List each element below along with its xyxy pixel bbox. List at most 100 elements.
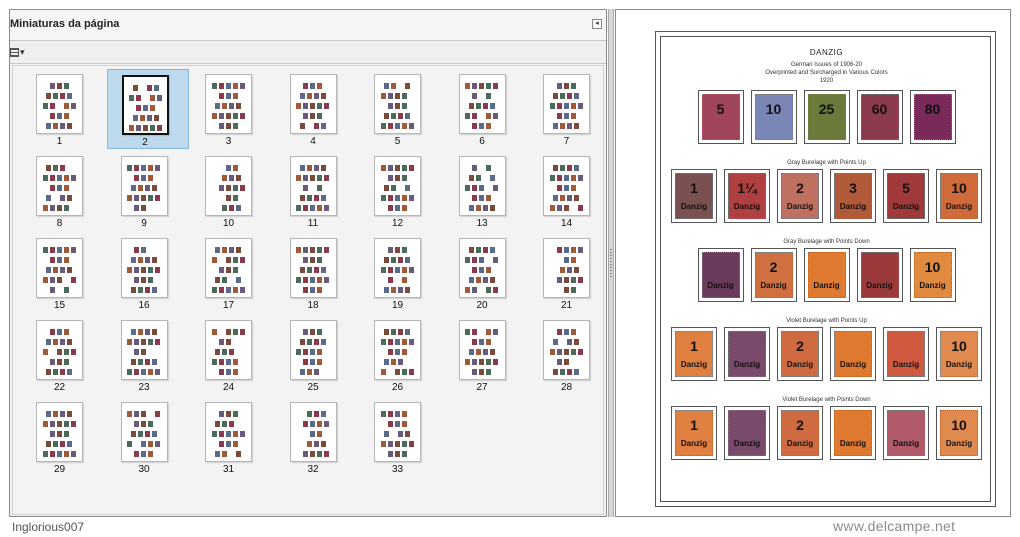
page-thumbnail[interactable]: 14 bbox=[529, 151, 611, 231]
mini-stamp bbox=[296, 103, 301, 109]
page-thumbnail[interactable]: 33 bbox=[360, 397, 442, 477]
mini-stamp bbox=[380, 441, 386, 447]
mini-stamp bbox=[387, 441, 393, 447]
mini-stamp bbox=[215, 349, 220, 355]
page-thumbnail[interactable]: 6 bbox=[445, 69, 527, 149]
page-thumbnail[interactable]: 2 bbox=[106, 69, 189, 149]
mini-stamp bbox=[49, 421, 55, 427]
collapse-panel-icon[interactable]: ◂ bbox=[592, 19, 602, 29]
page-thumbnail[interactable]: 10 bbox=[191, 151, 273, 231]
thumbnail-options-button[interactable]: ▾ bbox=[10, 46, 28, 59]
page-thumbnail[interactable]: 26 bbox=[360, 315, 442, 395]
mini-stamp bbox=[303, 421, 308, 427]
mini-stamp bbox=[63, 113, 69, 119]
mini-stamp bbox=[70, 247, 76, 253]
mini-stamp bbox=[67, 369, 72, 375]
mini-stamp bbox=[468, 349, 474, 355]
page-thumbnail[interactable]: 29 bbox=[22, 397, 104, 477]
mini-stamp bbox=[401, 165, 407, 171]
thumbnail-page-number: 22 bbox=[53, 382, 66, 393]
mini-stamp bbox=[134, 369, 139, 375]
mini-stamp bbox=[232, 165, 238, 171]
mini-stamp bbox=[56, 247, 62, 253]
mini-stamp bbox=[151, 287, 157, 293]
page-thumbnail[interactable]: 15 bbox=[22, 233, 104, 313]
mini-stamp bbox=[229, 421, 234, 427]
page-thumbnail[interactable]: 13 bbox=[445, 151, 527, 231]
mini-stamp bbox=[387, 267, 393, 273]
page-thumbnail[interactable]: 1 bbox=[22, 69, 104, 149]
mini-stamp bbox=[134, 247, 139, 253]
mini-stamp bbox=[570, 277, 576, 283]
mini-stamp bbox=[408, 165, 414, 171]
page-thumbnail[interactable]: 9 bbox=[107, 151, 189, 231]
mini-stamp bbox=[556, 349, 562, 355]
mini-stamp bbox=[218, 359, 224, 365]
page-thumbnail[interactable]: 18 bbox=[276, 233, 358, 313]
panel-splitter[interactable] bbox=[608, 9, 614, 517]
mini-stamp bbox=[486, 165, 491, 171]
thumbnail-page-preview bbox=[205, 402, 252, 462]
mini-stamp bbox=[137, 329, 143, 335]
page-thumbnail[interactable]: 16 bbox=[107, 233, 189, 313]
page-thumbnail[interactable]: 11 bbox=[276, 151, 358, 231]
mini-stamp bbox=[143, 105, 148, 111]
mini-stamp bbox=[556, 359, 562, 365]
page-thumbnail[interactable]: 21 bbox=[529, 233, 611, 313]
mini-stamp bbox=[53, 123, 58, 129]
page-thumbnail[interactable]: 8 bbox=[22, 151, 104, 231]
mini-stamp bbox=[380, 195, 386, 201]
page-thumbnail[interactable]: 4 bbox=[276, 69, 358, 149]
page-thumbnail[interactable]: 3 bbox=[191, 69, 273, 149]
page-thumbnail[interactable]: 22 bbox=[22, 315, 104, 395]
page-thumbnail[interactable]: 30 bbox=[107, 397, 189, 477]
mini-stamp bbox=[211, 83, 217, 89]
mini-stamp bbox=[144, 257, 150, 263]
mini-stamp bbox=[479, 257, 484, 263]
page-thumbnail[interactable]: 31 bbox=[191, 397, 273, 477]
thumbnail-page-number: 6 bbox=[479, 136, 485, 147]
mini-stamp bbox=[324, 205, 329, 211]
thumbnail-page-preview bbox=[458, 156, 506, 216]
page-thumbnail[interactable]: 27 bbox=[445, 315, 527, 395]
page-thumbnail[interactable]: 20 bbox=[445, 233, 527, 313]
page-thumbnail[interactable]: 7 bbox=[529, 69, 611, 149]
thumbnail-page-number: 11 bbox=[307, 218, 319, 229]
mini-stamp bbox=[563, 359, 569, 365]
page-thumbnail[interactable]: 28 bbox=[529, 315, 611, 395]
thumbnail-page-preview bbox=[289, 156, 337, 216]
mini-stamp bbox=[222, 205, 227, 211]
mini-stamp bbox=[394, 411, 400, 417]
mini-stamp bbox=[394, 175, 400, 181]
mini-stamp bbox=[215, 103, 220, 109]
mini-stamp bbox=[465, 83, 470, 89]
mini-stamp bbox=[317, 175, 322, 181]
page-thumbnail[interactable]: 32 bbox=[276, 397, 358, 477]
mini-stamp bbox=[236, 175, 241, 181]
stamp-value: 1¼ bbox=[737, 180, 757, 196]
thumbnail-page-number: 16 bbox=[138, 300, 150, 311]
page-thumbnail[interactable]: 25 bbox=[276, 315, 358, 395]
thumbnail-page-preview bbox=[374, 402, 421, 462]
stamp-value: 2 bbox=[796, 338, 804, 354]
mini-stamp bbox=[150, 95, 155, 101]
thumbnail-page-number: 7 bbox=[563, 136, 570, 147]
mini-stamp bbox=[405, 185, 410, 191]
mini-stamp bbox=[141, 277, 146, 283]
page-thumbnail[interactable]: 24 bbox=[191, 315, 273, 395]
page-thumbnail[interactable]: 19 bbox=[360, 233, 442, 313]
mini-stamp bbox=[299, 267, 305, 273]
mini-stamp bbox=[141, 247, 146, 253]
page-thumbnail[interactable]: 17 bbox=[191, 233, 273, 313]
page-thumbnail[interactable]: 23 bbox=[107, 315, 189, 395]
page-thumbnail[interactable]: 5 bbox=[360, 69, 442, 149]
mini-stamp bbox=[556, 113, 562, 119]
mini-stamp bbox=[486, 93, 491, 99]
mini-stamp bbox=[129, 125, 134, 131]
mini-stamp bbox=[46, 369, 51, 375]
mini-stamp bbox=[380, 267, 386, 273]
mini-stamp bbox=[151, 185, 157, 191]
mini-stamp bbox=[42, 349, 48, 355]
thumbnail-page-preview bbox=[543, 238, 590, 298]
page-thumbnail[interactable]: 12 bbox=[360, 151, 442, 231]
